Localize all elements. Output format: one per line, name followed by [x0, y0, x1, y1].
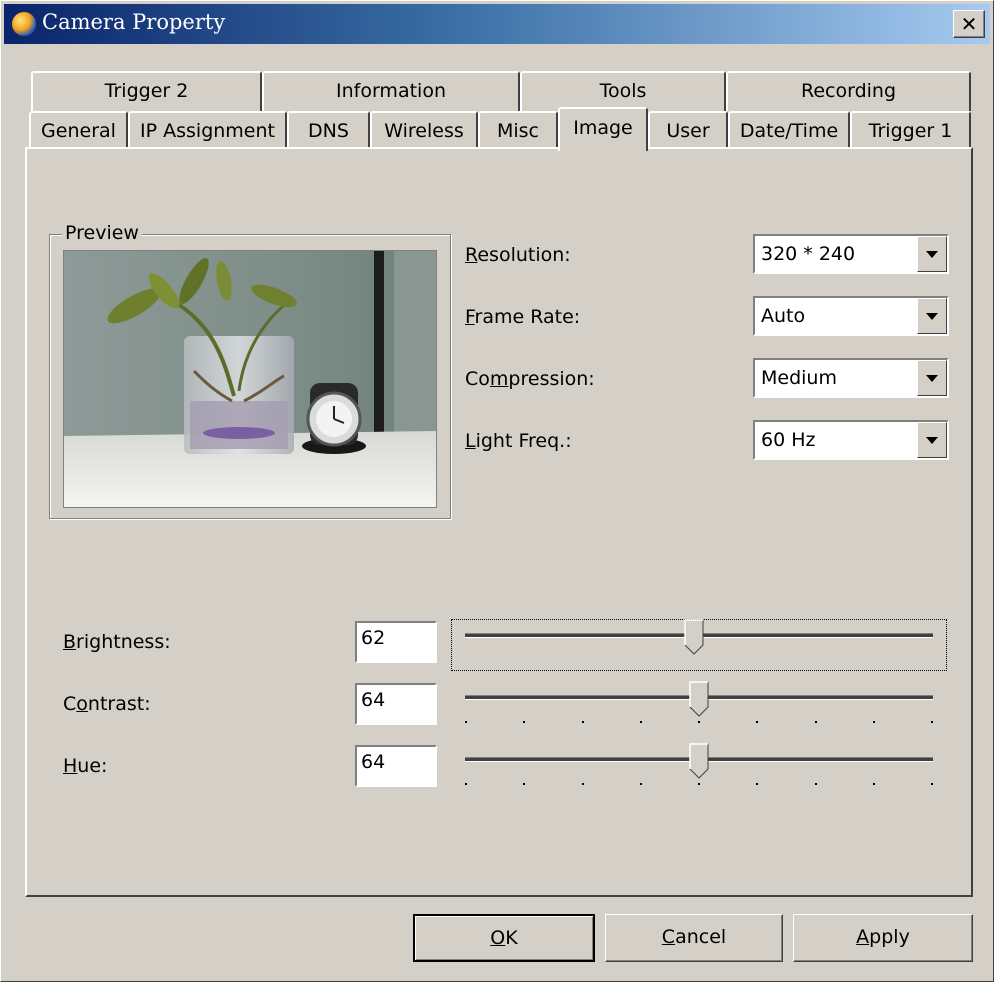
hue-label: Hue: [63, 755, 108, 777]
chevron-down-icon[interactable] [917, 298, 947, 334]
slider-tick [639, 783, 642, 785]
close-icon: ✕ [960, 12, 978, 36]
chevron-down-icon[interactable] [917, 422, 947, 458]
title-bar[interactable]: Camera Property ✕ [4, 4, 990, 44]
camera-preview-image [63, 250, 437, 508]
slider-tick [814, 783, 817, 785]
brightness-label: Brightness: [63, 631, 171, 653]
tab-ip-assignment[interactable]: IP Assignment [128, 111, 287, 149]
tab-trigger-2[interactable]: Trigger 2 [31, 71, 262, 111]
slider-tick [872, 721, 875, 723]
slider-tick [814, 721, 817, 723]
window-title: Camera Property [42, 10, 226, 34]
camera-app-icon [12, 12, 36, 36]
tab-label: IP Assignment [140, 120, 275, 142]
compression-dropdown[interactable]: Medium [753, 358, 949, 398]
camera-property-window: Camera Property ✕ Trigger 2 Information … [0, 0, 994, 982]
slider-tick [523, 783, 526, 785]
frame-rate-value: Auto [761, 305, 806, 327]
tab-label: Recording [800, 80, 897, 102]
slider-thumb[interactable] [684, 619, 704, 655]
tab-recording[interactable]: Recording [726, 71, 971, 111]
slider-ticks [465, 721, 933, 724]
tab-wireless[interactable]: Wireless [370, 111, 478, 149]
slider-tick [872, 783, 875, 785]
slider-tick [698, 721, 700, 723]
contrast-slider[interactable] [451, 681, 947, 733]
chevron-down-icon[interactable] [917, 236, 947, 272]
tab-general[interactable]: General [29, 111, 128, 149]
tab-label: Wireless [384, 120, 464, 142]
light-freq-value: 60 Hz [761, 429, 816, 451]
tab-label: DNS [308, 120, 349, 142]
slider-tick [639, 721, 642, 723]
cancel-button[interactable]: Cancel [605, 914, 783, 962]
chevron-down-icon[interactable] [917, 360, 947, 396]
slider-tick [581, 783, 584, 785]
slider-ticks [465, 783, 933, 786]
slider-tick [465, 721, 467, 723]
slider-thumb[interactable] [689, 743, 709, 779]
tab-label: General [41, 120, 116, 142]
light-freq-label: Light Freq.: [465, 430, 572, 452]
slider-tick [581, 721, 584, 723]
hue-slider[interactable] [451, 743, 947, 795]
preview-group-label: Preview [62, 222, 142, 244]
resolution-value: 320 * 240 [761, 243, 856, 265]
slider-tick [756, 783, 759, 785]
slider-thumb[interactable] [689, 681, 709, 717]
frame-rate-label: Frame Rate: [465, 306, 581, 328]
contrast-input[interactable]: 64 [355, 683, 437, 725]
resolution-dropdown[interactable]: 320 * 240 [753, 234, 949, 274]
slider-tick [756, 721, 759, 723]
tab-image[interactable]: Image [558, 107, 648, 151]
ok-button[interactable]: OK [413, 914, 595, 962]
tab-label: Tools [599, 80, 647, 102]
image-tab-panel: Preview Resolution: 320 * 240 Frame Rate… [25, 147, 973, 897]
compression-value: Medium [761, 367, 837, 389]
tab-tools[interactable]: Tools [520, 71, 726, 111]
hue-input[interactable]: 64 [355, 745, 437, 787]
brightness-input[interactable]: 62 [355, 621, 437, 663]
tab-date-time[interactable]: Date/Time [728, 111, 850, 149]
close-button[interactable]: ✕ [953, 10, 985, 38]
tab-user[interactable]: User [648, 111, 728, 149]
frame-rate-dropdown[interactable]: Auto [753, 296, 949, 336]
slider-tick [931, 783, 933, 785]
tab-label: Trigger 2 [104, 80, 189, 102]
light-freq-dropdown[interactable]: 60 Hz [753, 420, 949, 460]
contrast-label: Contrast: [63, 693, 151, 715]
slider-tick [465, 783, 467, 785]
slider-tick [523, 721, 526, 723]
tab-label: Misc [496, 120, 540, 142]
preview-group: Preview [49, 222, 451, 519]
tab-label: Date/Time [739, 120, 839, 142]
tab-label: Information [336, 80, 446, 102]
compression-label: Compression: [465, 368, 595, 390]
resolution-label: Resolution: [465, 244, 571, 266]
tab-information[interactable]: Information [262, 71, 520, 111]
tab-trigger-1[interactable]: Trigger 1 [850, 111, 971, 149]
apply-button[interactable]: Apply [793, 914, 973, 962]
tab-dns[interactable]: DNS [287, 111, 370, 149]
tab-label: User [666, 120, 710, 142]
brightness-slider[interactable] [451, 619, 947, 671]
tab-label: Image [573, 117, 633, 139]
slider-tick [931, 721, 933, 723]
tab-misc[interactable]: Misc [478, 111, 558, 149]
slider-tick [698, 783, 700, 785]
tab-label: Trigger 1 [868, 120, 953, 142]
